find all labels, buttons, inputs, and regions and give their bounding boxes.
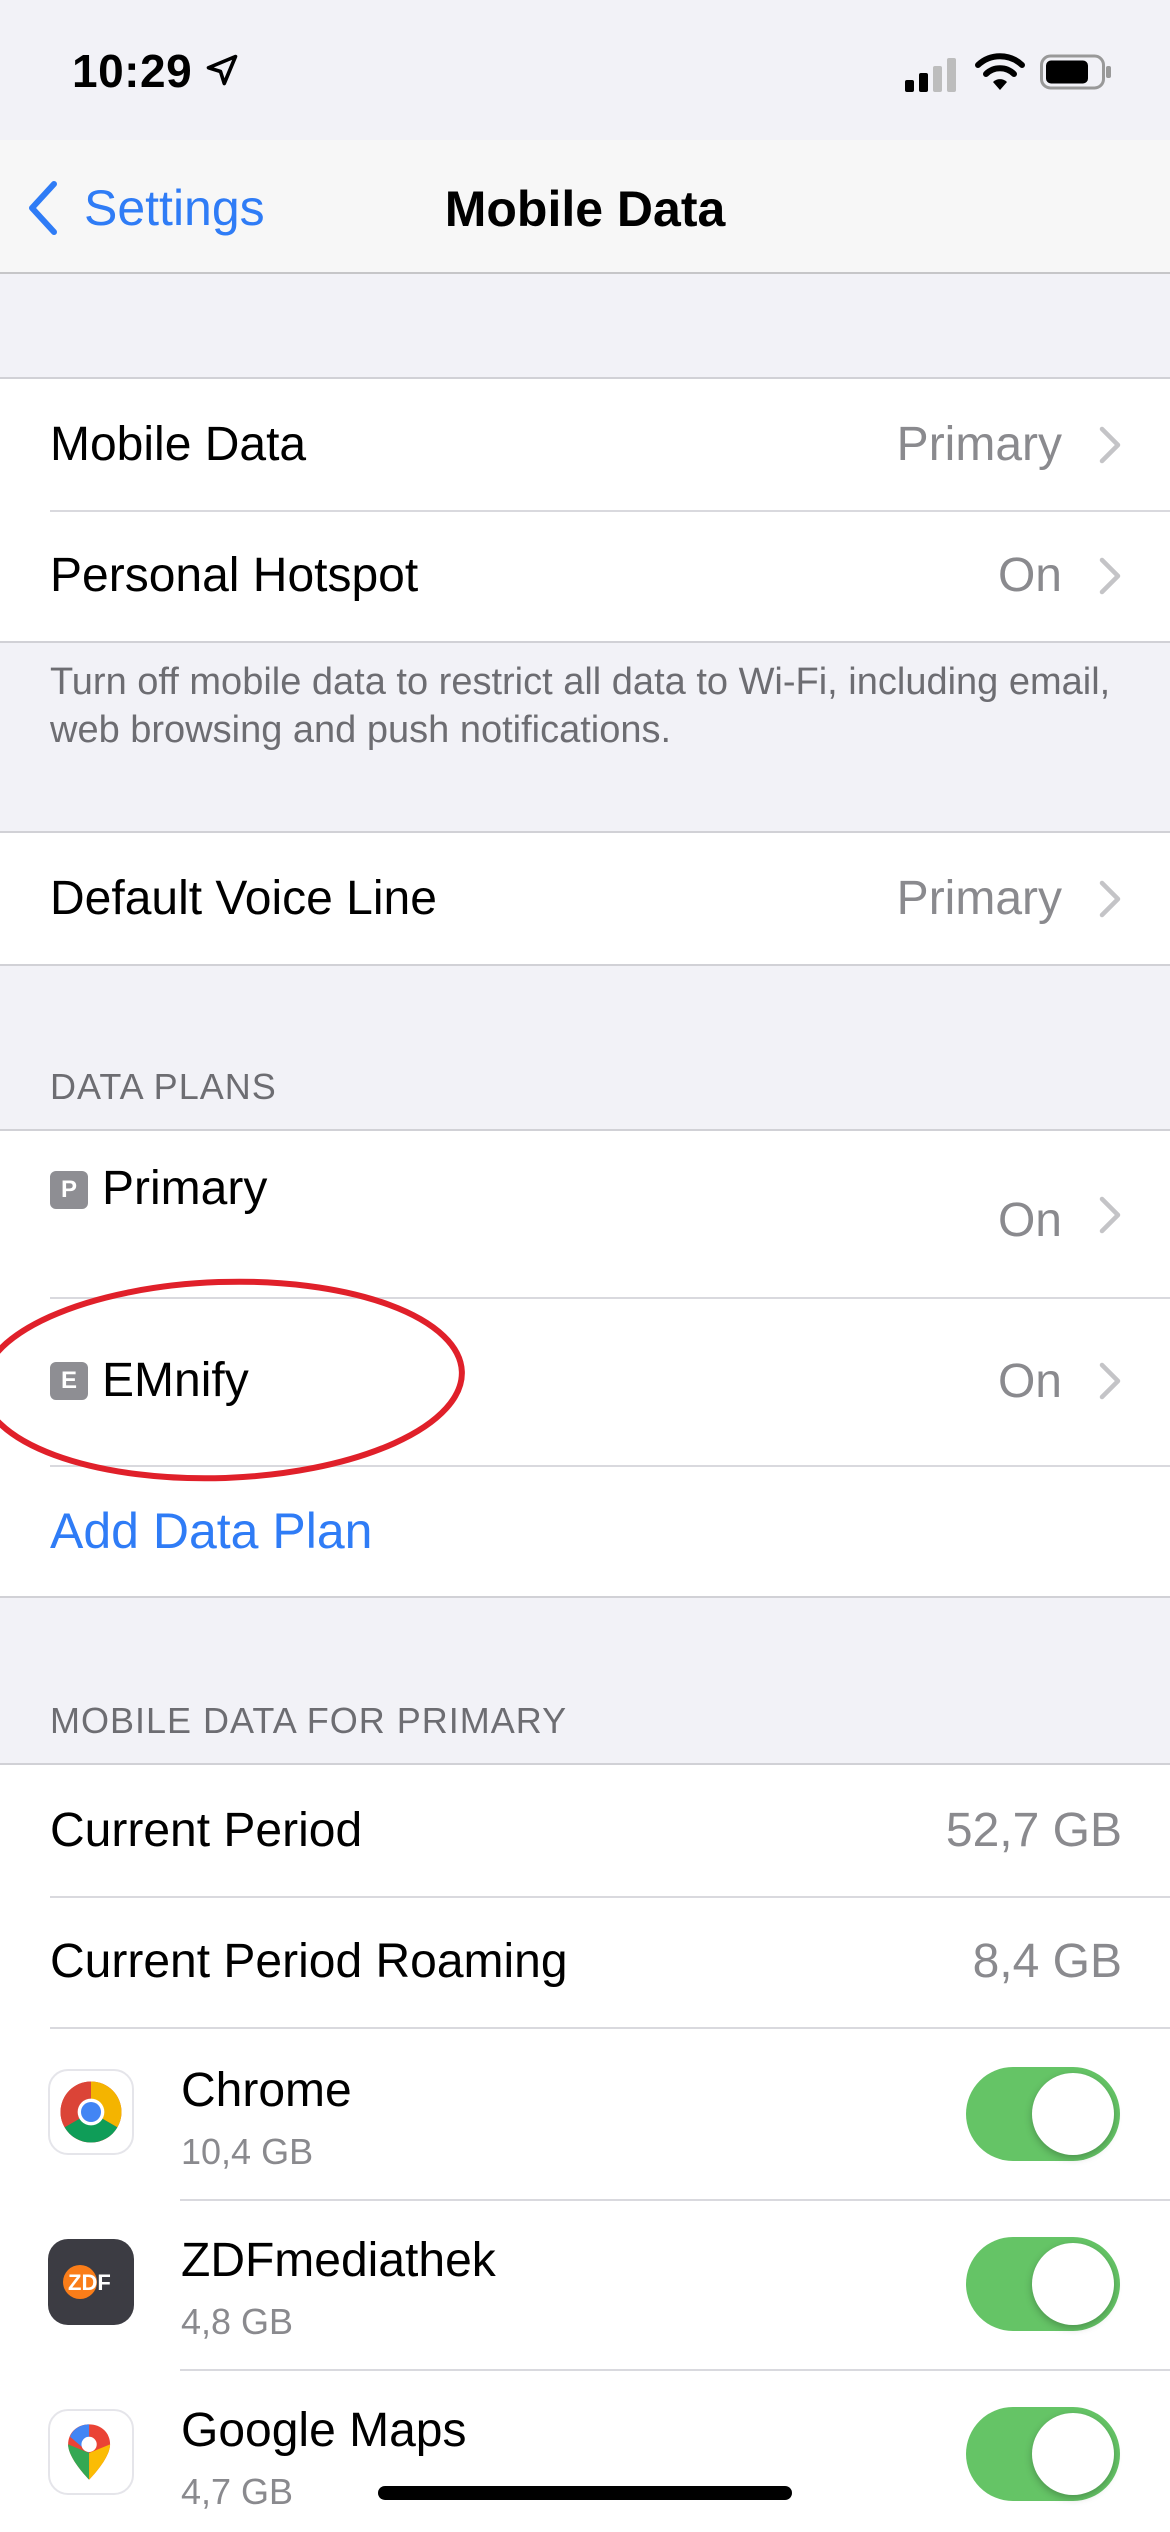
- current-period-row: Current Period 52,7 GB: [0, 1765, 1170, 1896]
- chevron-right-icon: [1099, 1196, 1121, 1234]
- toggle-knob: [1032, 2073, 1114, 2155]
- status-bar: 10:29: [0, 0, 1170, 140]
- row-value: 52,7 GB: [945, 1804, 1122, 1857]
- plan-badge: E: [50, 1362, 88, 1400]
- row-value: 8,4 GB: [972, 1935, 1122, 1988]
- chevron-right-icon: [1099, 1362, 1121, 1400]
- row-label: Default Voice Line: [50, 872, 437, 925]
- personal-hotspot-row[interactable]: Personal Hotspot On: [0, 510, 1170, 641]
- row-value: Primary: [896, 418, 1062, 471]
- mobile-data-footer: Turn off mobile data to restrict all dat…: [50, 661, 1111, 751]
- row-value: On: [997, 549, 1062, 602]
- data-plans-header: DATA PLANS: [50, 1066, 277, 1107]
- chrome-icon: [48, 2069, 134, 2155]
- page-title: Mobile Data: [444, 181, 726, 237]
- zdfmediathek-data-toggle[interactable]: [966, 2237, 1120, 2331]
- app-data-size: 4,8 GB: [181, 2301, 294, 2342]
- google-maps-data-toggle[interactable]: [966, 2407, 1120, 2501]
- battery-icon: [1040, 54, 1111, 90]
- mobile-data-row[interactable]: Mobile Data Primary: [0, 379, 1170, 510]
- app-row-google-maps: Google Maps 4,7 GB: [0, 2369, 1170, 2532]
- app-row-zdfmediathek: ZDF ZDFmediathek 4,8 GB: [0, 2199, 1170, 2369]
- status-time: 10:29: [72, 45, 193, 97]
- plan-status: On: [997, 1354, 1062, 1408]
- chevron-right-icon: [1099, 426, 1121, 463]
- default-voice-line-row[interactable]: Default Voice Line Primary: [0, 833, 1170, 964]
- plan-label: Primary: [102, 1162, 268, 1215]
- row-label: Current Period Roaming: [50, 1935, 568, 1988]
- home-indicator: [378, 2486, 792, 2500]
- row-label: Mobile Data: [50, 418, 307, 471]
- data-plans-group: P Primary On E EMnify On Add Data Plan: [0, 1129, 1170, 1598]
- usage-group: Current Period 52,7 GB Current Period Ro…: [0, 1763, 1170, 2532]
- plan-badge: P: [50, 1171, 88, 1209]
- mobile-data-for-header: MOBILE DATA FOR PRIMARY: [50, 1700, 568, 1741]
- wifi-icon: [975, 53, 1025, 90]
- app-name: ZDFmediathek: [181, 2234, 496, 2287]
- chevron-right-icon: [1099, 557, 1121, 594]
- chevron-right-icon: [1099, 880, 1121, 917]
- location-arrow-icon: [206, 54, 238, 86]
- google-maps-icon: [48, 2409, 134, 2495]
- voice-line-group: Default Voice Line Primary: [0, 831, 1170, 966]
- mobile-data-group: Mobile Data Primary Personal Hotspot On: [0, 377, 1170, 643]
- zdf-icon-text: ZDF: [68, 2270, 111, 2295]
- row-label: Current Period: [50, 1804, 363, 1857]
- add-data-plan-row[interactable]: Add Data Plan: [0, 1465, 1170, 1596]
- zdf-icon: ZDF: [48, 2239, 134, 2325]
- app-row-chrome: Chrome 10,4 GB: [0, 2029, 1170, 2199]
- chrome-data-toggle[interactable]: [966, 2067, 1120, 2161]
- toggle-knob: [1032, 2243, 1114, 2325]
- app-data-size: 10,4 GB: [181, 2131, 314, 2172]
- plan-row-primary[interactable]: P Primary On: [0, 1131, 1170, 1297]
- plan-label: EMnify: [102, 1354, 249, 1407]
- current-period-roaming-row: Current Period Roaming 8,4 GB: [0, 1896, 1170, 2027]
- app-data-size: 4,7 GB: [181, 2471, 294, 2512]
- navigation-bar: Settings Mobile Data: [0, 140, 1170, 274]
- plan-row-emnify[interactable]: E EMnify On: [0, 1297, 1170, 1465]
- toggle-knob: [1032, 2413, 1114, 2495]
- app-name: Google Maps: [181, 2404, 467, 2457]
- add-data-plan-link[interactable]: Add Data Plan: [50, 1502, 372, 1560]
- plan-status: On: [997, 1194, 1062, 1247]
- cellular-signal-icon: [905, 58, 956, 92]
- app-name: Chrome: [181, 2064, 352, 2117]
- row-value: Primary: [896, 872, 1062, 925]
- row-label: Personal Hotspot: [50, 549, 419, 602]
